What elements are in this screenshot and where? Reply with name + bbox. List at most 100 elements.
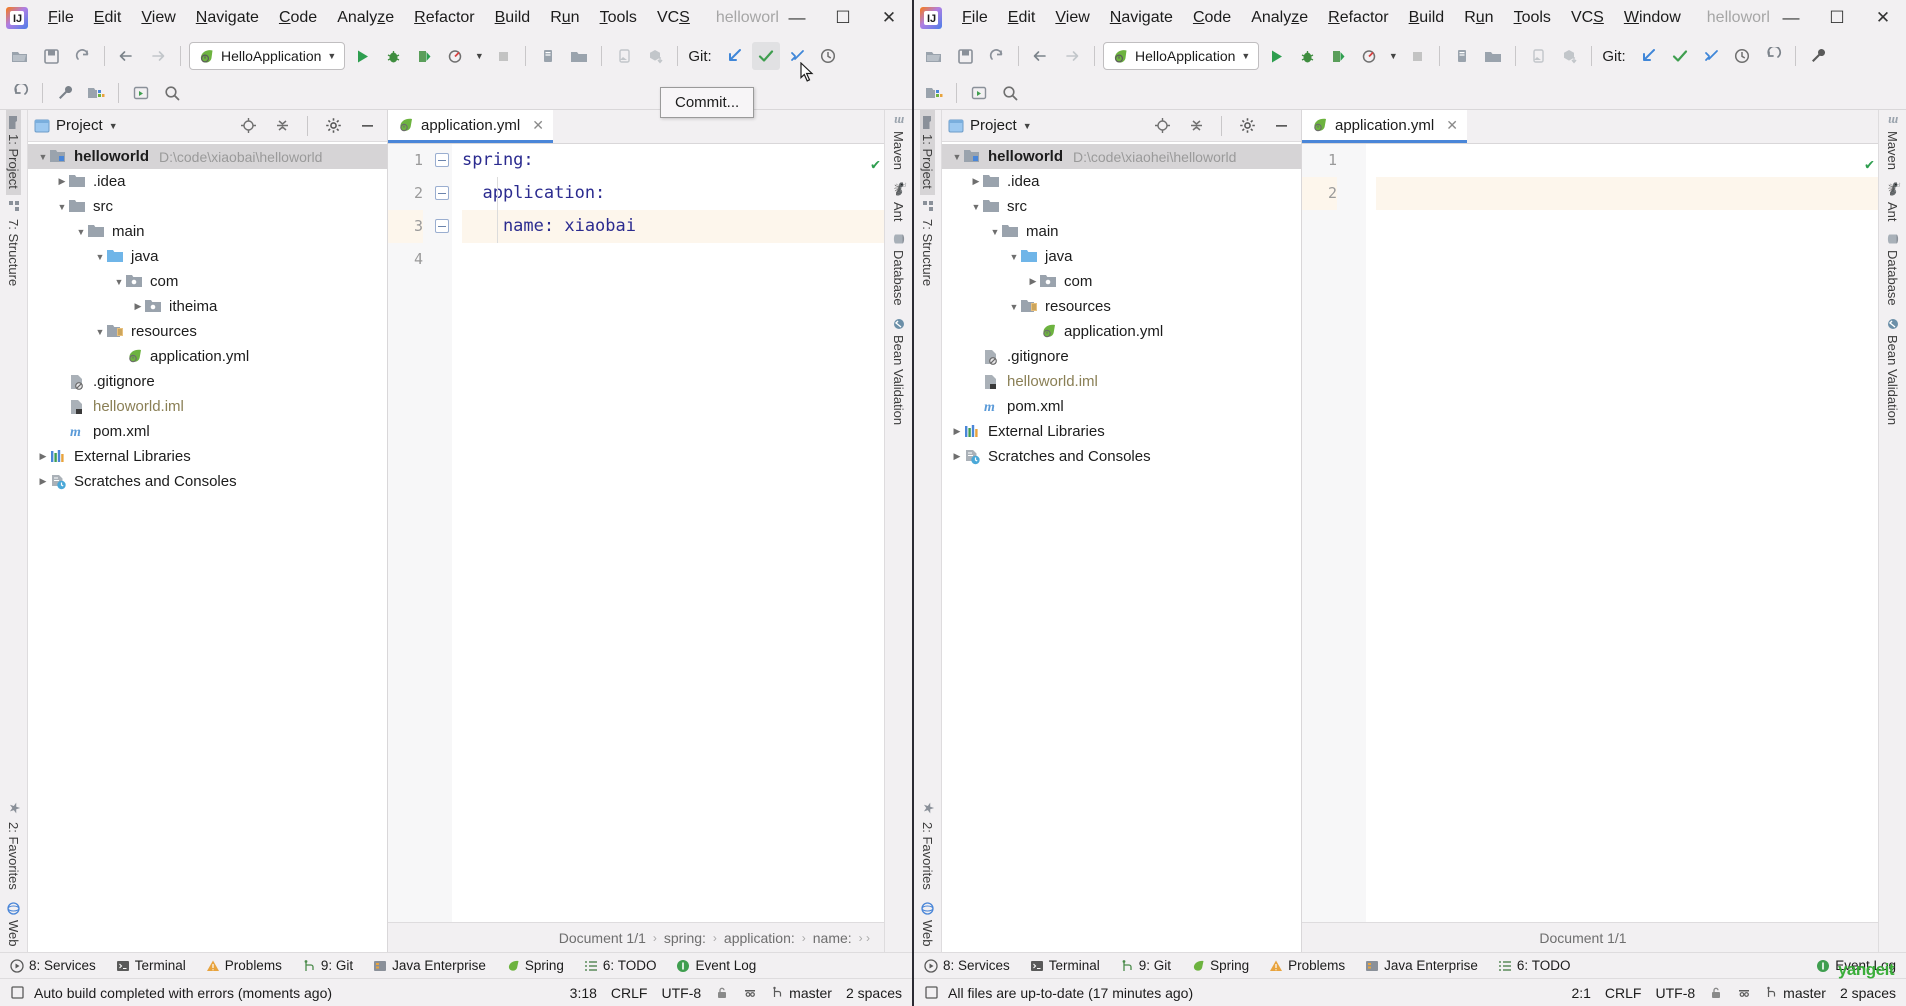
gear-icon[interactable] — [1233, 112, 1261, 140]
profile-icon[interactable] — [441, 42, 469, 70]
code-editor-right[interactable]: 12 ✔ — [1302, 144, 1878, 922]
tool-strip-ant[interactable]: 🐜 Ant — [1885, 176, 1900, 227]
status-git[interactable]: 9: Git — [1120, 958, 1171, 973]
project-structure-icon[interactable] — [1479, 42, 1507, 70]
close-icon[interactable]: ✕ — [532, 117, 544, 134]
menu-edit[interactable]: Edit — [84, 5, 132, 31]
run-button-icon[interactable] — [348, 42, 376, 70]
tree-row-application-yml[interactable]: application.yml — [28, 344, 387, 369]
breadcrumb-item[interactable]: Document 1/1 — [559, 930, 646, 946]
tree-row-src[interactable]: ▼ src — [28, 194, 387, 219]
menu-build[interactable]: Build — [485, 5, 541, 31]
run-configuration-selector[interactable]: HelloApplication ▼ — [1103, 42, 1260, 70]
tree-row-itheima[interactable]: ▶ itheima — [28, 294, 387, 319]
scroll-from-source-icon[interactable] — [1148, 112, 1176, 140]
tool-strip-favorites[interactable]: ★ 2: Favorites — [6, 795, 22, 896]
settings-wrench-icon[interactable] — [1804, 42, 1832, 70]
lock-icon[interactable] — [715, 986, 729, 1000]
menu-file[interactable]: File — [952, 5, 998, 31]
chevron-right-icon[interactable]: ▶ — [131, 301, 145, 312]
project-settings-icon[interactable] — [82, 79, 110, 107]
save-all-icon[interactable] — [37, 42, 65, 70]
fold-gutter-right[interactable] — [1346, 144, 1366, 922]
breadcrumb-overflow-icon[interactable]: › › — [859, 931, 870, 945]
reader-mode-icon[interactable] — [1737, 986, 1751, 1000]
menu-code[interactable]: Code — [269, 5, 327, 31]
chevron-right-icon[interactable]: ▶ — [969, 176, 983, 187]
menu-view[interactable]: View — [1045, 5, 1099, 31]
tree-row-com[interactable]: ▶ com — [942, 269, 1301, 294]
chevron-down-icon[interactable]: ▼ — [74, 227, 88, 237]
code-content-right[interactable]: ✔ — [1366, 144, 1878, 922]
back-arrow-icon[interactable] — [1027, 42, 1055, 70]
stop-button-icon[interactable] — [489, 42, 517, 70]
breadcrumb-item[interactable]: name: — [813, 930, 852, 946]
chevron-down-icon[interactable]: ▼ — [1241, 51, 1250, 61]
collapse-all-icon[interactable] — [268, 112, 296, 140]
git-commit-icon[interactable] — [751, 42, 780, 70]
tool-strip-maven[interactable]: m Maven — [1885, 110, 1901, 176]
git-push-icon[interactable] — [1697, 42, 1725, 70]
status-todo[interactable]: 6: TODO — [1498, 958, 1570, 973]
status-terminal[interactable]: Terminal — [1030, 958, 1100, 973]
status-spring[interactable]: Spring — [1191, 958, 1249, 973]
back-arrow-icon[interactable] — [113, 42, 141, 70]
status-terminal[interactable]: Terminal — [116, 958, 186, 973]
sync-refresh-icon[interactable] — [982, 42, 1010, 70]
collapse-all-icon[interactable] — [1182, 112, 1210, 140]
status-spring[interactable]: Spring — [506, 958, 564, 973]
project-dropdown-icon[interactable]: ▼ — [1023, 121, 1032, 131]
menu-analyze[interactable]: Analyze — [327, 5, 404, 31]
chevron-down-icon[interactable]: ▼ — [112, 277, 126, 287]
status-java-enterprise[interactable]: Java Enterprise — [373, 958, 486, 973]
close-icon[interactable]: ✕ — [1446, 117, 1458, 134]
search-everywhere-icon[interactable] — [158, 79, 186, 107]
tool-strip-bean-validation[interactable]: Bean Validation — [1885, 312, 1900, 431]
tree-row-helloworld[interactable]: ▼ helloworld D:\code\xiaohei\helloworld — [942, 144, 1301, 169]
tree-row-gitignore[interactable]: .gitignore — [942, 344, 1301, 369]
file-encoding[interactable]: UTF-8 — [1655, 985, 1695, 1001]
caret-position[interactable]: 2:1 — [1571, 985, 1590, 1001]
tool-strip-maven[interactable]: m Maven — [891, 110, 907, 176]
menu-run[interactable]: Run — [1454, 5, 1503, 31]
line-separator[interactable]: CRLF — [611, 985, 648, 1001]
chevron-down-icon[interactable]: ▼ — [969, 202, 983, 212]
tree-row-resources[interactable]: ▼ resources — [28, 319, 387, 344]
menu-vcs[interactable]: VCS — [647, 5, 700, 31]
tree-row-helloworld-iml[interactable]: helloworld.iml — [942, 369, 1301, 394]
profile-icon[interactable] — [1355, 42, 1383, 70]
status-services[interactable]: 8: Services — [10, 958, 96, 973]
tree-row-idea[interactable]: ▶ .idea — [28, 169, 387, 194]
chevron-down-icon[interactable]: ▼ — [327, 51, 336, 61]
reader-mode-icon[interactable] — [743, 986, 757, 1000]
inspection-status-icon[interactable]: ✔ — [1865, 148, 1874, 181]
hide-panel-icon[interactable] — [1267, 112, 1295, 140]
scroll-from-source-icon[interactable] — [234, 112, 262, 140]
git-update-icon[interactable] — [721, 42, 749, 70]
menu-refactor[interactable]: Refactor — [1318, 5, 1398, 31]
code-content-left[interactable]: ✔ spring: application: name: xiaobai — [452, 144, 884, 922]
run-button-icon[interactable] — [1262, 42, 1290, 70]
menu-analyze[interactable]: Analyze — [1241, 5, 1318, 31]
minimize-button[interactable]: — — [1768, 0, 1814, 36]
breadcrumb-item[interactable]: spring: — [664, 930, 706, 946]
fold-toggle-icon[interactable] — [435, 219, 449, 233]
tool-strip-bean-validation[interactable]: Bean Validation — [891, 312, 906, 431]
chevron-down-icon[interactable]: ▼ — [988, 227, 1002, 237]
tool-strip-favorites[interactable]: ★ 2: Favorites — [920, 795, 936, 896]
fold-toggle-icon[interactable] — [435, 153, 449, 167]
tree-row-scratches-and-consoles[interactable]: ▶ Scratches and Consoles — [942, 444, 1301, 469]
menu-code[interactable]: Code — [1183, 5, 1241, 31]
close-button[interactable]: ✕ — [1860, 0, 1906, 36]
run-with-coverage-icon[interactable] — [410, 42, 438, 70]
android-device-icon[interactable] — [1524, 42, 1552, 70]
chevron-down-icon[interactable]: ▼ — [1007, 302, 1021, 312]
forward-arrow-icon[interactable] — [144, 42, 172, 70]
sdk-manager-icon[interactable] — [1555, 42, 1583, 70]
menu-window[interactable]: Window — [1614, 5, 1691, 31]
chevron-down-icon[interactable]: ▼ — [55, 202, 69, 212]
caret-position[interactable]: 3:18 — [570, 985, 597, 1001]
sdk-manager-icon[interactable] — [641, 42, 669, 70]
chevron-right-icon[interactable]: ▶ — [1026, 276, 1040, 287]
tree-row-helloworld[interactable]: ▼ helloworld D:\code\xiaobai\helloworld — [28, 144, 387, 169]
